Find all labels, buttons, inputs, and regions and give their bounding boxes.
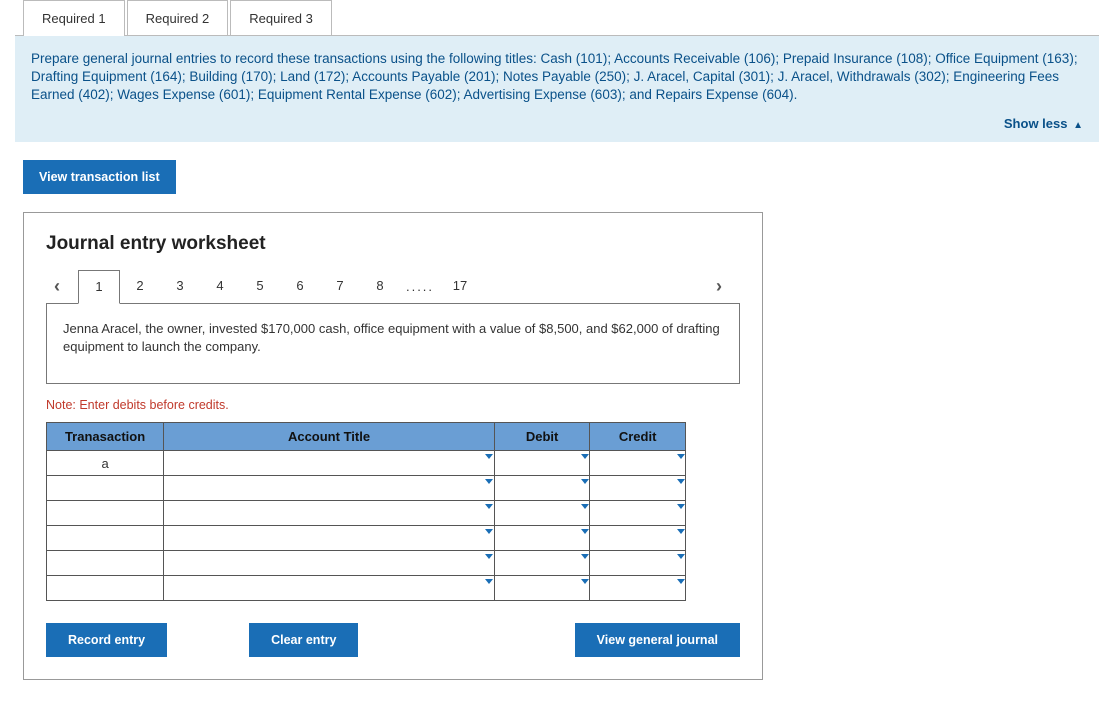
- dropdown-icon: [580, 501, 589, 525]
- instruction-box: Prepare general journal entries to recor…: [15, 35, 1099, 142]
- dropdown-icon: [676, 551, 685, 575]
- caret-up-icon: ▲: [1073, 120, 1083, 131]
- worksheet-pager: ‹ 1 2 3 4 5 6 7 8 ..... 17 ›: [46, 269, 740, 303]
- dropdown-icon: [676, 526, 685, 550]
- chevron-left-icon[interactable]: ‹: [46, 276, 68, 297]
- table-row: [47, 476, 686, 501]
- show-less-label: Show less: [1004, 116, 1068, 131]
- debits-before-credits-note: Note: Enter debits before credits.: [46, 398, 740, 412]
- page-tab-17[interactable]: 17: [440, 270, 480, 302]
- cell-debit[interactable]: [494, 526, 589, 551]
- cell-credit[interactable]: [590, 501, 686, 526]
- dropdown-icon: [676, 451, 685, 475]
- header-debit: Debit: [494, 423, 589, 451]
- cell-debit[interactable]: [494, 501, 589, 526]
- cell-account-title[interactable]: [164, 576, 495, 601]
- tab-required-2[interactable]: Required 2: [127, 0, 229, 36]
- view-transaction-list-button[interactable]: View transaction list: [23, 160, 176, 194]
- cell-account-title[interactable]: [164, 526, 495, 551]
- header-credit: Credit: [590, 423, 686, 451]
- record-entry-button[interactable]: Record entry: [46, 623, 167, 657]
- tab-required-1[interactable]: Required 1: [23, 0, 125, 36]
- cell-account-title[interactable]: [164, 451, 495, 476]
- tab-required-3[interactable]: Required 3: [230, 0, 332, 36]
- instruction-text: Prepare general journal entries to recor…: [31, 51, 1078, 102]
- page-tab-8[interactable]: 8: [360, 270, 400, 302]
- worksheet-title: Journal entry worksheet: [46, 233, 740, 255]
- page-tab-5[interactable]: 5: [240, 270, 280, 302]
- page-tab-1[interactable]: 1: [78, 270, 120, 304]
- cell-account-title[interactable]: [164, 476, 495, 501]
- cell-transaction[interactable]: [47, 576, 164, 601]
- cell-credit[interactable]: [590, 551, 686, 576]
- journal-entry-table: Tranasaction Account Title Debit Credit …: [46, 422, 686, 601]
- table-row: a: [47, 451, 686, 476]
- header-transaction: Tranasaction: [47, 423, 164, 451]
- dropdown-icon: [485, 526, 494, 550]
- dropdown-icon: [485, 576, 494, 600]
- cell-transaction[interactable]: [47, 476, 164, 501]
- table-row: [47, 526, 686, 551]
- dropdown-icon: [485, 551, 494, 575]
- dropdown-icon: [580, 576, 589, 600]
- page-ellipsis: .....: [400, 279, 440, 294]
- cell-account-title[interactable]: [164, 501, 495, 526]
- dropdown-icon: [580, 451, 589, 475]
- cell-debit[interactable]: [494, 551, 589, 576]
- clear-entry-button[interactable]: Clear entry: [249, 623, 358, 657]
- cell-transaction[interactable]: a: [47, 451, 164, 476]
- transaction-description: Jenna Aracel, the owner, invested $170,0…: [46, 303, 740, 384]
- requirement-tabs: Required 1 Required 2 Required 3: [23, 0, 1099, 36]
- cell-debit[interactable]: [494, 451, 589, 476]
- chevron-right-icon[interactable]: ›: [708, 276, 730, 297]
- page-tab-6[interactable]: 6: [280, 270, 320, 302]
- journal-entry-worksheet: Journal entry worksheet ‹ 1 2 3 4 5 6 7 …: [23, 212, 763, 680]
- cell-credit[interactable]: [590, 576, 686, 601]
- cell-account-title[interactable]: [164, 551, 495, 576]
- dropdown-icon: [676, 576, 685, 600]
- cell-credit[interactable]: [590, 451, 686, 476]
- table-row: [47, 551, 686, 576]
- cell-credit[interactable]: [590, 476, 686, 501]
- dropdown-icon: [485, 476, 494, 500]
- cell-credit[interactable]: [590, 526, 686, 551]
- dropdown-icon: [580, 476, 589, 500]
- dropdown-icon: [580, 526, 589, 550]
- worksheet-buttons: Record entry Clear entry View general jo…: [46, 623, 740, 657]
- cell-transaction[interactable]: [47, 526, 164, 551]
- page-tab-2[interactable]: 2: [120, 270, 160, 302]
- cell-debit[interactable]: [494, 476, 589, 501]
- view-general-journal-button[interactable]: View general journal: [575, 623, 740, 657]
- table-row: [47, 576, 686, 601]
- dropdown-icon: [676, 501, 685, 525]
- dropdown-icon: [485, 501, 494, 525]
- page-tab-4[interactable]: 4: [200, 270, 240, 302]
- page-tab-3[interactable]: 3: [160, 270, 200, 302]
- show-less-toggle[interactable]: Show less ▲: [31, 115, 1083, 133]
- header-account-title: Account Title: [164, 423, 495, 451]
- cell-debit[interactable]: [494, 576, 589, 601]
- table-row: [47, 501, 686, 526]
- page-tab-7[interactable]: 7: [320, 270, 360, 302]
- cell-transaction[interactable]: [47, 501, 164, 526]
- dropdown-icon: [485, 451, 494, 475]
- dropdown-icon: [580, 551, 589, 575]
- cell-transaction[interactable]: [47, 551, 164, 576]
- dropdown-icon: [676, 476, 685, 500]
